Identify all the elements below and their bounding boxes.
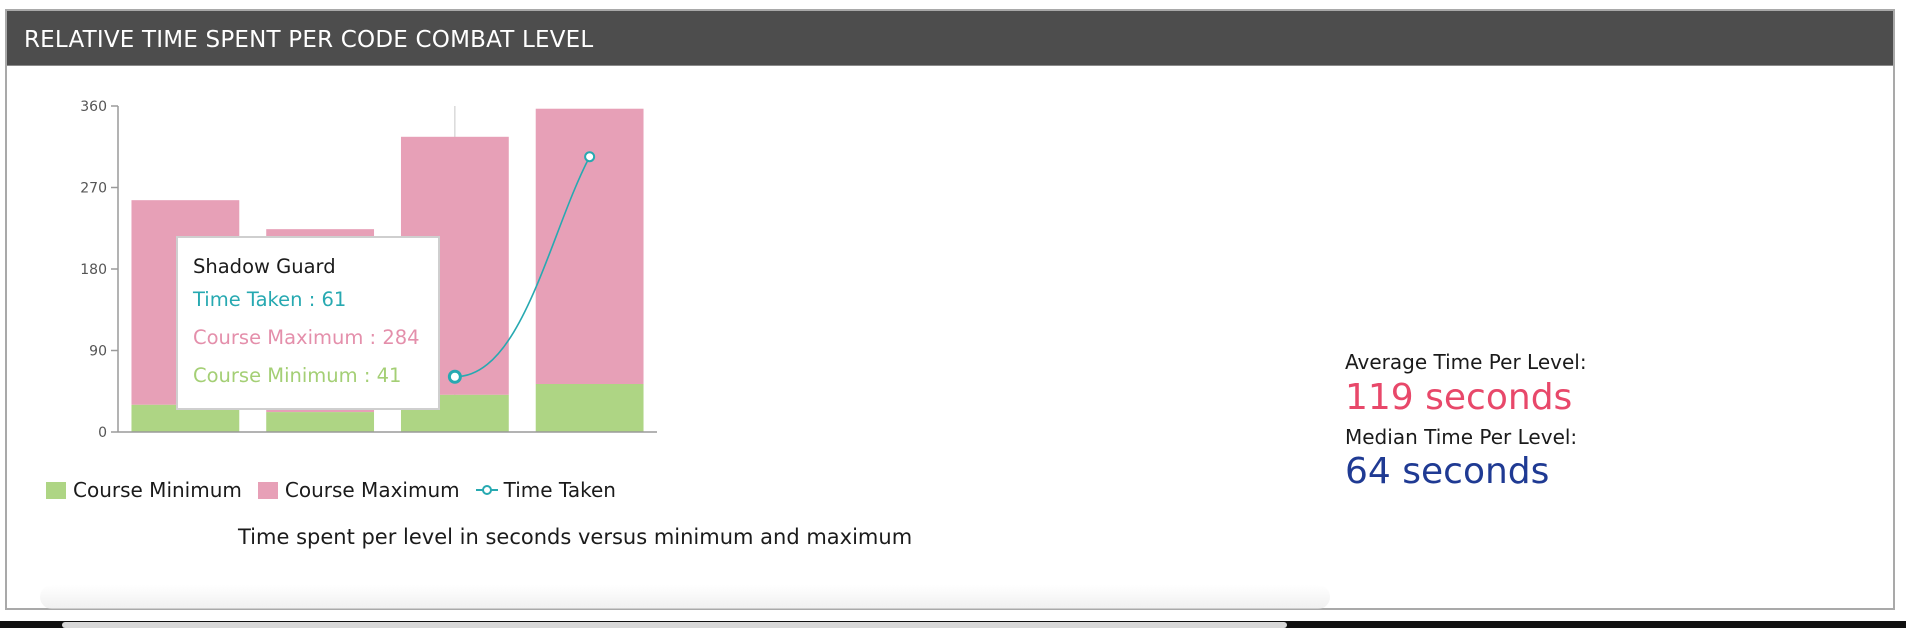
legend-item-course-minimum[interactable]: Course Minimum <box>46 478 242 502</box>
legend-label-time-taken: Time Taken <box>503 478 616 502</box>
y-tick-label: 360 <box>80 99 107 115</box>
legend-label-course-maximum: Course Maximum <box>284 478 460 502</box>
tooltip-course-maximum: Course Maximum : 284 <box>193 326 420 349</box>
legend-line-marker-icon <box>475 485 498 495</box>
bottom-scrollbar[interactable] <box>62 622 1287 628</box>
time-taken-point <box>584 151 596 163</box>
y-tick-label: 0 <box>98 425 107 441</box>
y-tick-label: 90 <box>89 344 107 360</box>
y-tick-label: 180 <box>80 262 107 278</box>
bar-course-minimum <box>535 384 644 432</box>
tooltip-title: Shadow Guard <box>193 255 336 278</box>
legend-item-time-taken[interactable]: Time Taken <box>475 478 616 502</box>
chart-tooltip: Shadow Guard Time Taken : 61 Course Maxi… <box>176 236 440 410</box>
legend-swatch-course-minimum <box>46 481 66 499</box>
bar-course-minimum <box>266 412 375 432</box>
y-tick-label: 270 <box>80 181 107 197</box>
chart-caption: Time spent per level in seconds versus m… <box>238 525 913 549</box>
chart-area: 0 90 180 270 360 Shadow Guard Time Taken : 6… <box>0 0 1906 628</box>
tooltip-course-minimum: Course Minimum : 41 <box>193 364 402 387</box>
legend-item-course-maximum[interactable]: Course Maximum <box>257 478 460 502</box>
legend-label-course-minimum: Course Minimum <box>73 478 242 502</box>
bottom-shadow <box>40 585 1330 609</box>
chart-legend: Course Minimum Course Maximum Time Taken <box>46 477 632 503</box>
median-time-label: Median Time Per Level: <box>1345 425 1578 449</box>
legend-swatch-course-maximum <box>257 481 278 499</box>
average-time-label: Average Time Per Level: <box>1345 350 1587 374</box>
time-taken-point <box>447 369 462 384</box>
tooltip-time-taken: Time Taken : 61 <box>193 288 347 311</box>
median-time-value: 64 seconds <box>1345 451 1550 492</box>
average-time-value: 119 seconds <box>1345 377 1573 418</box>
